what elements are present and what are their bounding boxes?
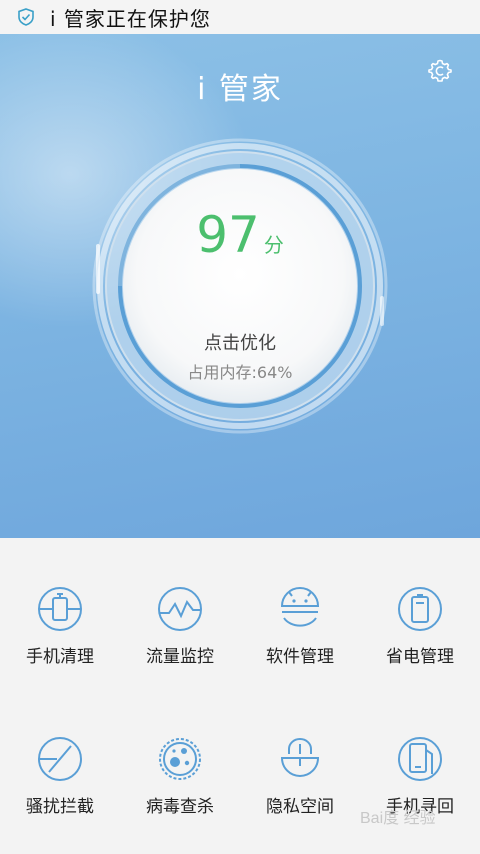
app-title: i 管家 bbox=[197, 72, 283, 107]
broom-icon bbox=[38, 587, 82, 631]
feature-traffic-monitor[interactable]: 流量监控 bbox=[120, 538, 240, 668]
settings-button[interactable] bbox=[425, 56, 455, 86]
feature-app-manager[interactable]: 软件管理 bbox=[240, 538, 360, 668]
feature-phone-clean[interactable]: 手机清理 bbox=[0, 538, 120, 668]
feature-label: 隐私空间 bbox=[266, 797, 334, 817]
feature-label: 省电管理 bbox=[386, 647, 454, 667]
android-icon bbox=[280, 587, 320, 627]
score-dial: 97 分 点击优化 占用内存:64% bbox=[90, 136, 390, 436]
lock-icon bbox=[280, 738, 320, 777]
hero-panel: i 管家 97 分 点击优化 占用内存:64% bbox=[0, 34, 480, 538]
status-text: i 管家正在保护您 bbox=[50, 6, 211, 31]
feature-label: 骚扰拦截 bbox=[26, 797, 94, 817]
score-value: 97 bbox=[196, 206, 260, 264]
feature-virus-scan[interactable]: 病毒查杀 bbox=[120, 688, 240, 818]
feature-label: 手机清理 bbox=[26, 647, 94, 667]
feature-phone-finder[interactable]: 手机寻回 bbox=[360, 688, 480, 818]
memory-usage: 占用内存:64% bbox=[187, 363, 293, 382]
watermark: Bai度 经验 bbox=[360, 810, 436, 827]
feature-power-saver[interactable]: 省电管理 bbox=[360, 538, 480, 668]
virus-icon bbox=[159, 738, 201, 780]
shield-check-icon bbox=[18, 8, 34, 26]
feature-privacy-space[interactable]: 隐私空间 bbox=[240, 688, 360, 818]
score-display: 97 分 bbox=[90, 206, 390, 264]
gear-icon bbox=[428, 59, 452, 82]
feature-label: 流量监控 bbox=[146, 647, 214, 667]
battery-icon bbox=[398, 587, 442, 631]
optimize-label: 点击优化 bbox=[204, 333, 276, 354]
feature-label: 软件管理 bbox=[266, 647, 334, 667]
traffic-chart-icon bbox=[158, 587, 202, 631]
status-bar: i 管家正在保护您 bbox=[0, 0, 480, 34]
score-unit: 分 bbox=[263, 233, 284, 257]
phone-find-icon bbox=[398, 737, 442, 781]
feature-label: 病毒查杀 bbox=[146, 797, 214, 817]
feature-harass-block[interactable]: 骚扰拦截 bbox=[0, 688, 120, 818]
feature-grid: 手机清理 流量监控 软件管理 省电管理 骚扰拦截 病毒查杀 隐私空间 手机寻回 … bbox=[0, 538, 480, 854]
block-icon bbox=[38, 737, 82, 781]
